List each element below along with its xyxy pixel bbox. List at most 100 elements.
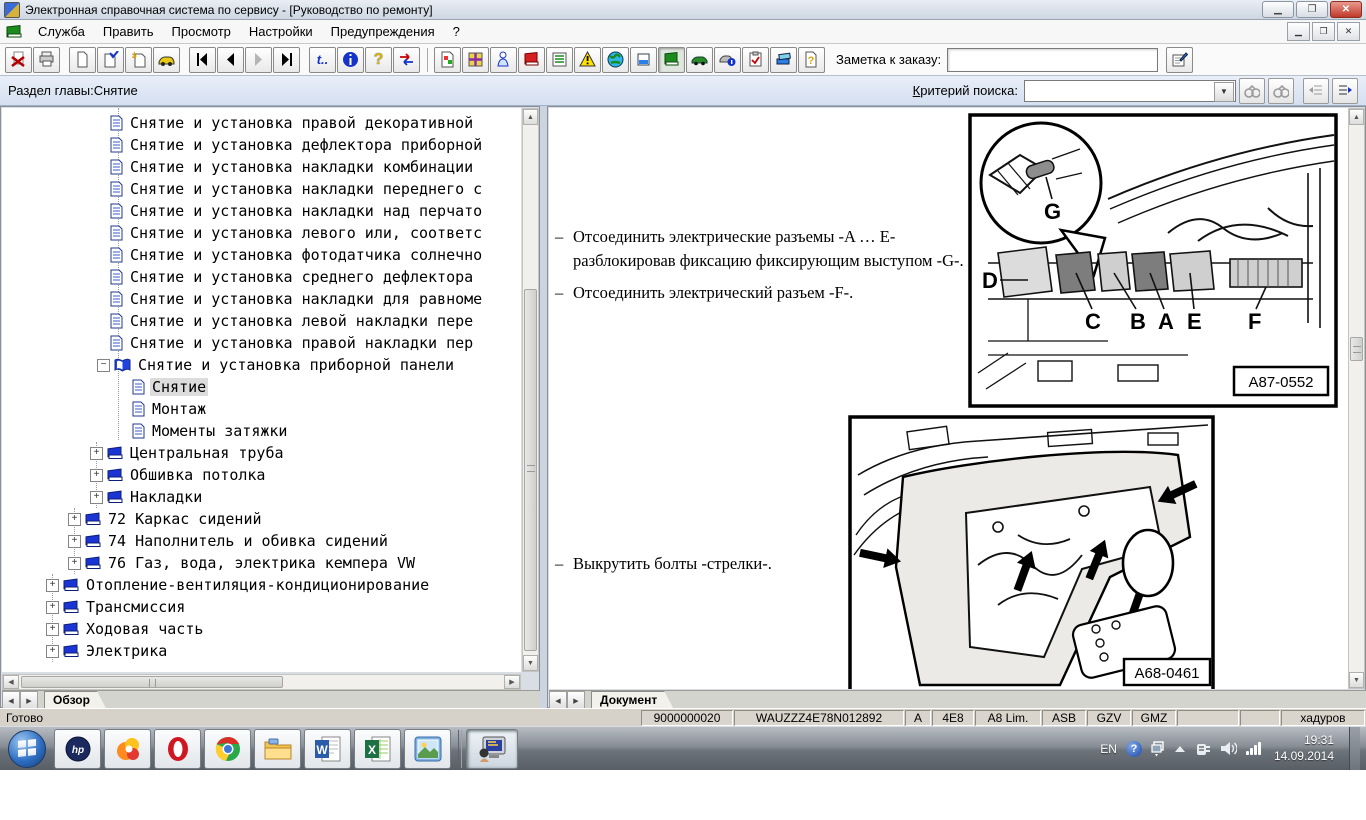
tree-vertical-scrollbar[interactable]: ▲ ▼ (522, 108, 539, 672)
order-note-input[interactable] (947, 48, 1158, 72)
expand-icon[interactable]: + (68, 535, 81, 548)
scroll-up-button[interactable]: ▲ (1349, 109, 1364, 125)
vehicle-button[interactable] (153, 47, 180, 73)
expand-icon[interactable]: + (90, 491, 103, 504)
action-center-icon[interactable] (1151, 741, 1165, 757)
tree-item[interactable]: Снятие и установка накладки над перчато (110, 200, 484, 222)
scroll-thumb[interactable] (524, 289, 537, 651)
scroll-thumb[interactable] (1350, 337, 1363, 361)
tree-item[interactable]: Снятие и установка дефлектора приборной (110, 134, 484, 156)
expand-icon[interactable]: + (68, 557, 81, 570)
globe-button[interactable] (602, 47, 629, 73)
expand-icon[interactable]: + (46, 579, 59, 592)
taskbar-app-hp[interactable]: hp (54, 729, 101, 769)
tree-item[interactable]: Снятие и установка правой декоративной (110, 112, 475, 134)
books-button[interactable] (770, 47, 797, 73)
hidden-icons-button[interactable] (1174, 745, 1186, 753)
document-new-button[interactable] (125, 47, 152, 73)
tree-item[interactable]: +Накладки (90, 486, 204, 508)
service-person-button[interactable] (490, 47, 517, 73)
language-indicator[interactable]: EN (1100, 742, 1117, 756)
tree-item[interactable]: Снятие и установка накладки для равноме (110, 288, 484, 310)
menu-edit[interactable]: Править (95, 21, 162, 42)
tree-item[interactable]: +74 Наполнитель и обивка сидений (68, 530, 390, 552)
order-note-button[interactable] (1166, 47, 1193, 73)
taskbar-app-opera[interactable] (154, 729, 201, 769)
list-add-button[interactable] (1332, 78, 1358, 104)
jump-button[interactable]: t.. (309, 47, 336, 73)
print-button[interactable] (33, 47, 60, 73)
tree-item[interactable]: Моменты затяжки (132, 420, 289, 442)
taskbar-app-word[interactable]: W (304, 729, 351, 769)
parts-catalog-button[interactable] (462, 47, 489, 73)
tree-item[interactable]: Снятие и установка левой накладки пере (110, 310, 475, 332)
tree-item[interactable]: Снятие и установка правой накладки пер (110, 332, 475, 354)
tree-item[interactable]: Снятие и установка накладки переднего с (110, 178, 484, 200)
vehicle-info-button[interactable] (714, 47, 741, 73)
nav-forward-button[interactable] (245, 47, 272, 73)
exit-button[interactable] (5, 47, 32, 73)
taskbar-app-excel[interactable]: X (354, 729, 401, 769)
vehicle-green-button[interactable] (686, 47, 713, 73)
taskbar-app-chrome[interactable] (204, 729, 251, 769)
new-document-button[interactable] (69, 47, 96, 73)
expand-icon[interactable]: + (90, 469, 103, 482)
chevron-down-icon[interactable]: ▼ (1214, 82, 1234, 102)
menu-service[interactable]: Служба (30, 21, 93, 42)
search-criteria-combobox[interactable]: ▼ (1024, 80, 1236, 102)
menu-settings[interactable]: Настройки (241, 21, 321, 42)
list-remove-button[interactable] (1303, 78, 1329, 104)
expand-icon[interactable]: + (68, 513, 81, 526)
mdi-minimize-button[interactable]: ▁ (1287, 22, 1310, 41)
red-book-button[interactable] (518, 47, 545, 73)
document-check-button[interactable] (97, 47, 124, 73)
scroll-right-button[interactable]: ▶ (504, 675, 520, 689)
swap-button[interactable] (393, 47, 420, 73)
start-button[interactable] (8, 730, 46, 768)
menu-warnings[interactable]: Предупреждения (323, 21, 443, 42)
tree-item[interactable]: +Трансмиссия (46, 596, 187, 618)
taskbar-app-explorer[interactable] (254, 729, 301, 769)
taskbar-app-image-viewer[interactable] (404, 729, 451, 769)
expand-icon[interactable]: + (46, 623, 59, 636)
checklist-button[interactable] (742, 47, 769, 73)
scroll-up-button[interactable]: ▲ (523, 109, 538, 125)
collapse-icon[interactable]: − (97, 359, 110, 372)
list-button[interactable] (546, 47, 573, 73)
tree-item[interactable]: Снятие и установка фотодатчика солнечно (110, 244, 484, 266)
tree-item[interactable]: − Снятие и установка приборной панели (97, 354, 456, 376)
help-tray-icon[interactable]: ? (1126, 741, 1142, 757)
taskbar-app-photo[interactable] (104, 729, 151, 769)
expand-icon[interactable]: + (90, 447, 103, 460)
document-colored-button[interactable] (434, 47, 461, 73)
mdi-restore-button[interactable]: ❐ (1312, 22, 1335, 41)
scroll-left-button[interactable]: ◀ (3, 675, 19, 689)
tree-item[interactable]: +Ходовая часть (46, 618, 205, 640)
scroll-thumb[interactable] (21, 676, 283, 688)
taskbar-app-elsa-active[interactable] (466, 729, 518, 769)
tree-item[interactable]: Снятие и установка среднего дефлектора (110, 266, 475, 288)
warning-button[interactable] (574, 47, 601, 73)
nav-back-button[interactable] (217, 47, 244, 73)
tree-item[interactable]: +Центральная труба (90, 442, 286, 464)
nav-last-button[interactable] (273, 47, 300, 73)
tree-item[interactable]: +72 Каркас сидений (68, 508, 264, 530)
tree-item[interactable]: +Отопление-вентиляция-кондиционирование (46, 574, 431, 596)
help-button[interactable]: ? (365, 47, 392, 73)
search-prev-button[interactable] (1239, 78, 1265, 104)
tree-item[interactable]: Монтаж (132, 398, 208, 420)
green-book-button[interactable] (658, 47, 685, 73)
tree-item[interactable]: Снятие и установка левого или, соответс (110, 222, 484, 244)
info-button[interactable] (337, 47, 364, 73)
tree-item[interactable]: +Электрика (46, 640, 169, 662)
fluids-button[interactable] (630, 47, 657, 73)
volume-icon[interactable] (1220, 741, 1237, 756)
tree-item-selected[interactable]: Снятие (132, 376, 208, 398)
show-desktop-button[interactable] (1349, 727, 1360, 771)
tree-horizontal-scrollbar[interactable]: ◀ ▶ (2, 674, 521, 690)
menu-view[interactable]: Просмотр (164, 21, 239, 42)
tree-item[interactable]: +76 Газ, вода, электрика кемпера VW (68, 552, 417, 574)
scroll-down-button[interactable]: ▼ (523, 655, 538, 671)
document-system-icon[interactable] (6, 25, 22, 39)
tree-item[interactable]: +Обшивка потолка (90, 464, 267, 486)
